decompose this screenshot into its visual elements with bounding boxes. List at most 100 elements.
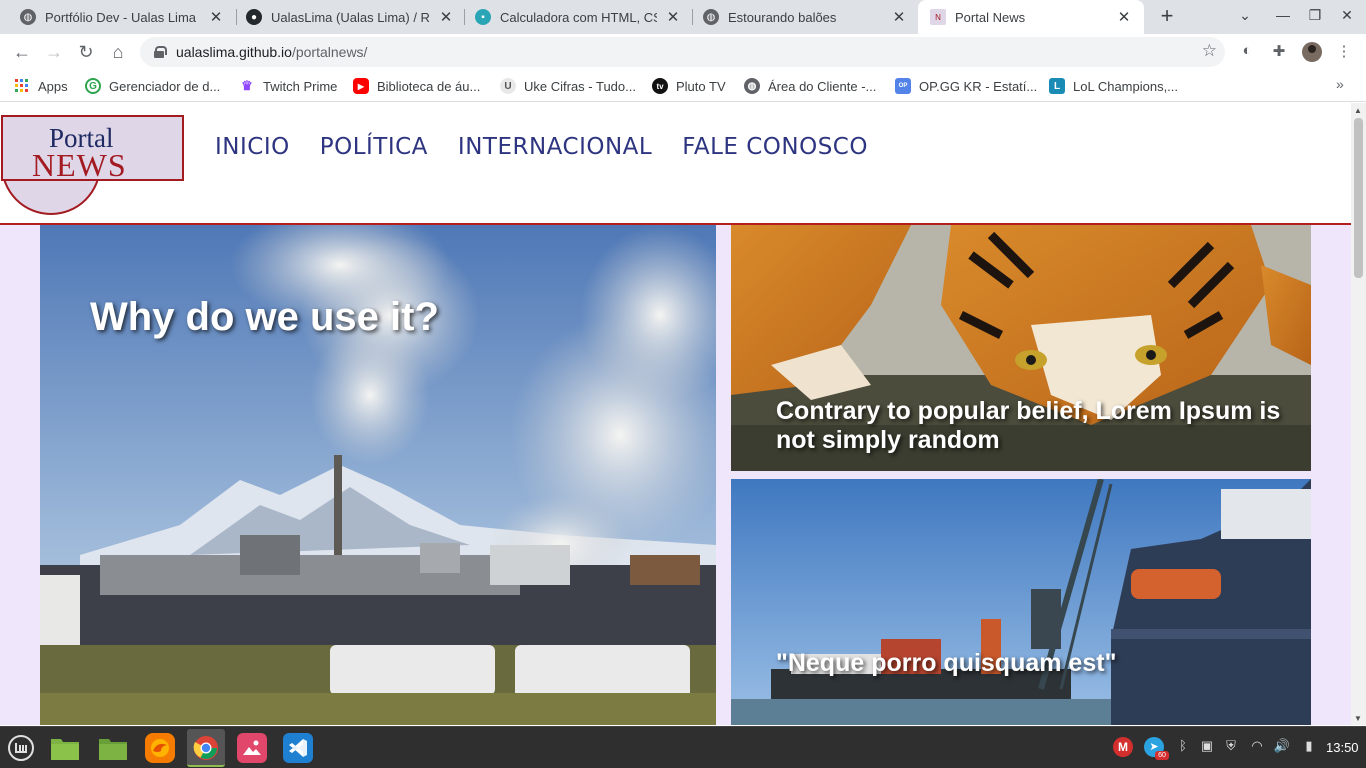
- address-bar[interactable]: ualaslima.github.io/portalnews/ ☆: [140, 37, 1225, 67]
- nav-inicio[interactable]: INICIO: [215, 134, 290, 160]
- mega-icon[interactable]: M: [1113, 737, 1133, 757]
- close-icon[interactable]: ✕: [891, 8, 907, 26]
- close-icon[interactable]: ✕: [438, 8, 454, 26]
- bookmark-pluto-tv[interactable]: tv Pluto TV: [652, 77, 726, 95]
- github-icon: ●: [246, 9, 262, 25]
- tab-portal-news[interactable]: N Portal News ✕: [918, 0, 1144, 34]
- tab-search-icon[interactable]: ⌄: [1235, 7, 1255, 24]
- globe-icon: ◍: [703, 9, 719, 25]
- bookmark-label: Gerenciador de d...: [109, 78, 221, 94]
- new-tab-button[interactable]: +: [1156, 5, 1178, 28]
- apps-grid-icon: [14, 78, 30, 94]
- scroll-up-icon[interactable]: ▲: [1354, 106, 1362, 115]
- image-viewer-icon[interactable]: [237, 733, 267, 763]
- bookmark-label: Twitch Prime: [263, 78, 338, 94]
- home-icon[interactable]: ⌂: [106, 40, 130, 64]
- calculator-icon: ▪: [475, 9, 491, 25]
- extensions-icon[interactable]: ✚: [1269, 42, 1289, 62]
- bookmark-label: LoL Champions,...: [1073, 78, 1179, 94]
- bookmark-uke-cifras[interactable]: U Uke Cifras - Tudo...: [500, 77, 636, 95]
- url-host: ualaslima.github.io: [176, 44, 292, 60]
- bookmarks-overflow-icon[interactable]: »: [1336, 76, 1344, 92]
- bookmark-opgg[interactable]: OP OP.GG KR - Estatí...: [895, 77, 1037, 95]
- shield-icon[interactable]: ⛨: [1222, 738, 1240, 754]
- close-icon[interactable]: ✕: [208, 8, 224, 26]
- article-card-tiger[interactable]: Contrary to popular belief, Lorem Ipsum …: [731, 225, 1311, 471]
- tab-title: Portfólio Dev - Ualas Lima D: [45, 9, 200, 25]
- tab-title: Estourando balões: [728, 9, 837, 25]
- tab-title: UalasLima (Ualas Lima) / Re: [271, 9, 430, 25]
- bookmark-apps[interactable]: Apps: [14, 77, 68, 95]
- notification-badge: 60: [1155, 751, 1169, 760]
- youtube-icon: ▶: [353, 78, 369, 94]
- article-headline[interactable]: Contrary to popular belief, Lorem Ipsum …: [776, 397, 1296, 455]
- vscode-icon[interactable]: [283, 733, 313, 763]
- bluetooth-icon[interactable]: ᛒ: [1174, 738, 1192, 753]
- page-viewport: Portal NEWS INICIO POLÍTICA INTERNACIONA…: [0, 103, 1351, 725]
- logo-news-text: NEWS: [32, 147, 127, 183]
- maximize-icon[interactable]: ❐: [1305, 7, 1325, 24]
- scrollbar-thumb[interactable]: [1354, 118, 1363, 278]
- tab-github[interactable]: ● UalasLima (Ualas Lima) / Re ✕: [226, 0, 466, 34]
- bookmark-lol-champions[interactable]: L LoL Champions,...: [1049, 77, 1178, 95]
- files-icon[interactable]: [98, 733, 128, 763]
- uke-icon: U: [500, 78, 516, 94]
- bookmark-label: Apps: [38, 78, 68, 94]
- nav-fale-conosco[interactable]: FALE CONOSCO: [682, 134, 868, 160]
- browser-toolbar: ← → ↻ ⌂ ualaslima.github.io/portalnews/ …: [0, 34, 1366, 70]
- avatar[interactable]: [1302, 42, 1322, 62]
- portal-news-icon: N: [930, 9, 946, 25]
- wifi-icon[interactable]: ◠: [1248, 738, 1266, 754]
- bookmark-biblioteca[interactable]: ▶ Biblioteca de áu...: [353, 77, 480, 95]
- bookmark-twitch-prime[interactable]: ♛ Twitch Prime: [239, 77, 337, 95]
- clipboard-icon[interactable]: ▣: [1198, 738, 1216, 754]
- globe-icon: ◍: [20, 9, 36, 25]
- article-headline[interactable]: "Neque porro quisquam est": [776, 649, 1116, 678]
- close-icon[interactable]: ✕: [665, 8, 681, 26]
- article-card-harbor[interactable]: "Neque porro quisquam est": [731, 479, 1311, 725]
- scroll-down-icon[interactable]: ▼: [1354, 714, 1362, 723]
- nav-politica[interactable]: POLÍTICA: [320, 134, 428, 160]
- tab-title: Portal News: [955, 9, 1026, 25]
- reload-icon[interactable]: ↻: [74, 40, 98, 64]
- bookmark-star-icon[interactable]: ☆: [1202, 41, 1217, 61]
- mint-menu-icon[interactable]: [6, 733, 36, 763]
- tab-estourando[interactable]: ◍ Estourando balões ✕: [683, 0, 919, 34]
- bookmark-label: Biblioteca de áu...: [377, 78, 481, 94]
- opgg-icon: OP: [895, 78, 911, 94]
- battery-icon[interactable]: ▮: [1300, 738, 1318, 754]
- main-nav: INICIO POLÍTICA INTERNACIONAL FALE CONOS…: [215, 134, 868, 160]
- bookmark-label: Área do Cliente -...: [768, 78, 877, 94]
- nav-internacional[interactable]: INTERNACIONAL: [458, 134, 652, 160]
- folder-icon[interactable]: [50, 733, 80, 763]
- tab-title: Calculadora com HTML, CSS: [500, 9, 657, 25]
- menu-dots-icon[interactable]: ⋮: [1334, 42, 1354, 62]
- close-window-icon[interactable]: ✕: [1337, 7, 1357, 24]
- article-card-main[interactable]: Why do we use it?: [40, 225, 716, 725]
- page-scrollbar[interactable]: ▲ ▼: [1351, 103, 1366, 725]
- bookmarks-bar: Apps G Gerenciador de d... ♛ Twitch Prim…: [0, 70, 1366, 102]
- close-icon[interactable]: ✕: [1116, 8, 1132, 26]
- lock-icon: [154, 46, 167, 58]
- minimize-icon[interactable]: —: [1273, 7, 1293, 23]
- pluto-icon: tv: [652, 78, 668, 94]
- globe-icon: ◍: [744, 78, 760, 94]
- back-icon[interactable]: ←: [10, 40, 34, 64]
- tab-strip: ◍ Portfólio Dev - Ualas Lima D ✕ ● Ualas…: [0, 0, 1366, 34]
- firefox-icon[interactable]: [145, 733, 175, 763]
- bookmark-label: Uke Cifras - Tudo...: [524, 78, 636, 94]
- volume-icon[interactable]: 🔊: [1273, 738, 1291, 754]
- bookmark-label: Pluto TV: [676, 78, 726, 94]
- bookmark-area-cliente[interactable]: ◍ Área do Cliente -...: [744, 77, 876, 95]
- forward-icon[interactable]: →: [42, 40, 66, 64]
- url-path: /portalnews/: [291, 44, 368, 60]
- dark-mode-icon[interactable]: ◐: [1237, 42, 1257, 62]
- article-headline[interactable]: Why do we use it?: [90, 295, 439, 340]
- tab-portfolio[interactable]: ◍ Portfólio Dev - Ualas Lima D ✕: [0, 0, 236, 34]
- chrome-icon[interactable]: [191, 733, 221, 763]
- tab-calculadora[interactable]: ▪ Calculadora com HTML, CSS ✕: [455, 0, 693, 34]
- os-taskbar: M ➤ 60 ᛒ ▣ ⛨ ◠ 🔊 ▮ 13:50: [0, 726, 1366, 768]
- taskbar-clock[interactable]: 13:50: [1326, 740, 1359, 755]
- site-logo[interactable]: Portal NEWS: [1, 115, 184, 215]
- bookmark-gerenciador[interactable]: G Gerenciador de d...: [85, 77, 220, 95]
